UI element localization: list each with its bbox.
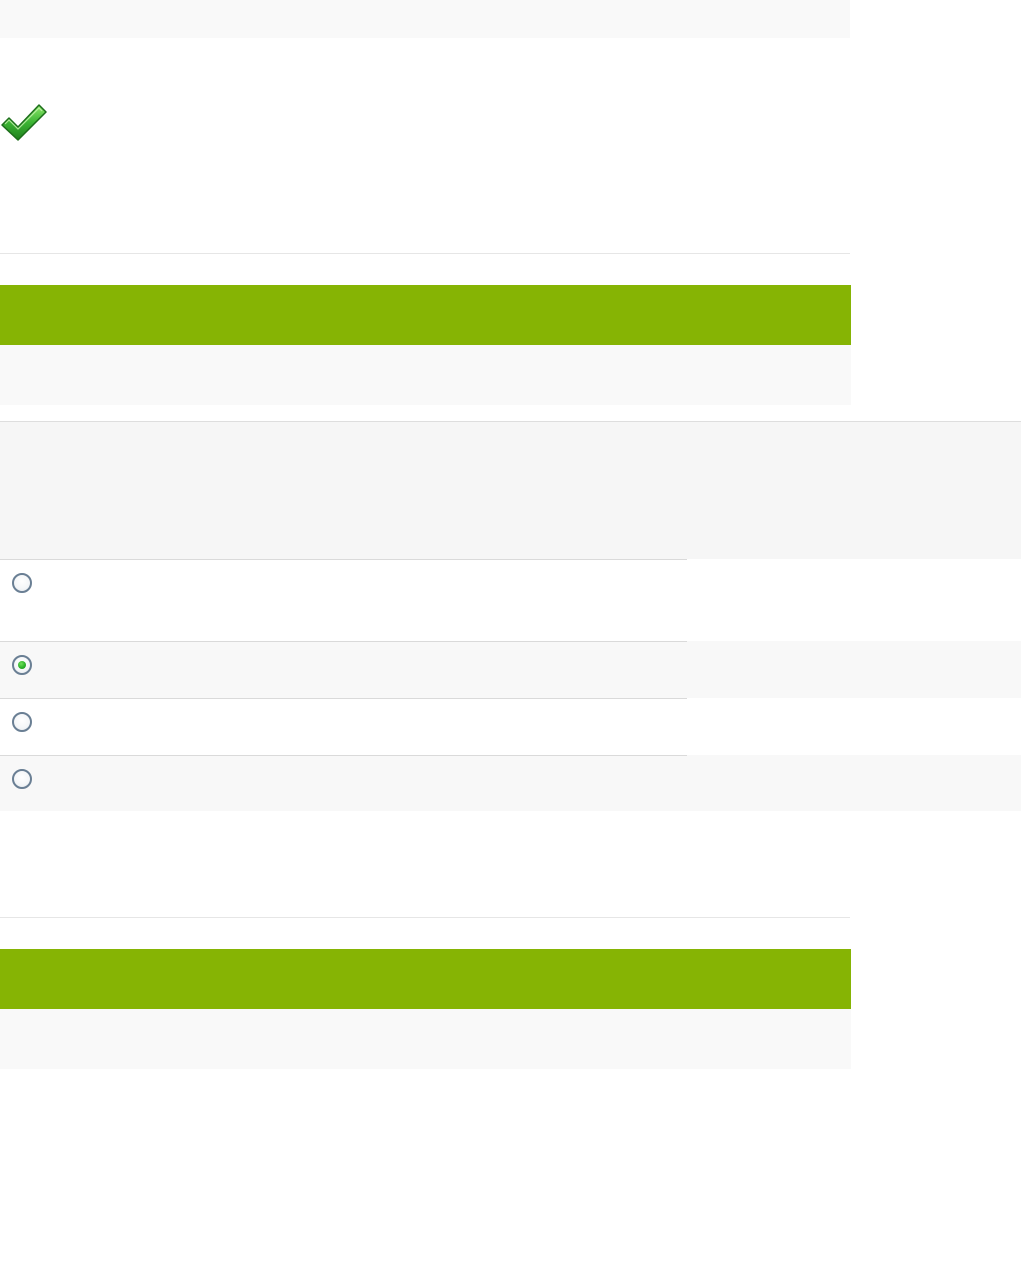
radio-button[interactable] [12,712,32,732]
answer-option[interactable] [0,559,1021,641]
question-prompt-area [0,421,1021,559]
radio-button[interactable] [12,769,32,789]
section-divider [0,917,850,918]
question-subheader-bar [0,1009,851,1069]
section-divider [0,253,850,254]
answer-option-selected[interactable] [0,641,1021,698]
quiz-page [0,0,1021,1266]
question-subheader-bar [0,345,851,405]
radio-button-selected[interactable] [12,655,32,675]
option-divider [0,559,687,560]
option-divider [0,698,687,699]
option-divider [0,641,687,642]
radio-selected-dot [18,661,26,669]
checkmark-icon [1,104,47,141]
question-header-bar [0,285,851,345]
option-divider [0,755,687,756]
question-header-bar [0,949,851,1009]
top-header-strip [0,0,850,38]
radio-button[interactable] [12,573,32,593]
answer-option[interactable] [0,698,1021,755]
answer-option[interactable] [0,755,1021,811]
